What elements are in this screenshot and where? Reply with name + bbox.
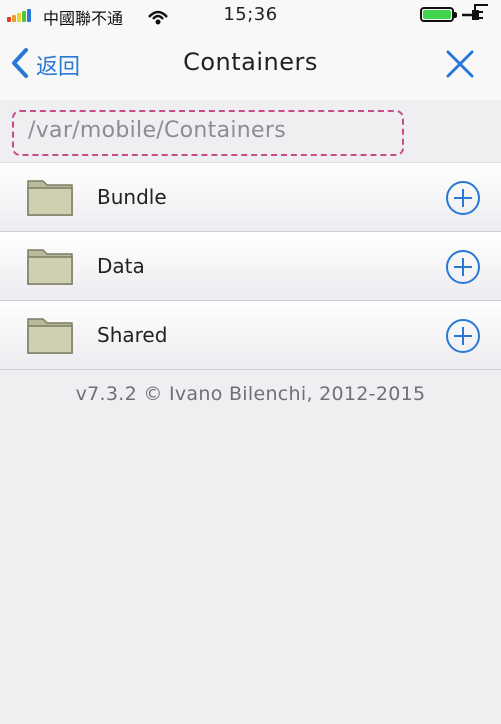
add-circle-icon[interactable] <box>445 249 481 289</box>
list-item-label: Bundle <box>97 185 167 209</box>
status-bar: 中國聯不通 15;36 <box>0 0 501 30</box>
folder-icon <box>26 246 74 290</box>
list-item[interactable]: Data <box>0 232 501 301</box>
battery-icon <box>420 7 457 22</box>
folder-icon <box>26 315 74 359</box>
path-field[interactable]: /var/mobile/Containers <box>12 110 404 156</box>
add-circle-icon[interactable] <box>445 318 481 358</box>
folder-icon <box>26 177 74 221</box>
list-item-label: Data <box>97 254 145 278</box>
list-item[interactable]: Shared <box>0 301 501 370</box>
charging-plug-icon <box>460 2 490 30</box>
version-footer: v7.3.2 © Ivano Bilenchi, 2012-2015 <box>75 383 426 405</box>
add-circle-icon[interactable] <box>445 180 481 220</box>
close-button[interactable] <box>444 48 476 84</box>
list-item[interactable]: Bundle <box>0 162 501 232</box>
page-title: Containers <box>183 48 318 76</box>
navigation-bar: 返回 Containers <box>0 30 501 101</box>
folder-list: Bundle Data Shared <box>0 162 501 370</box>
list-item-label: Shared <box>97 323 168 347</box>
path-bar: /var/mobile/Containers <box>0 100 501 162</box>
close-icon <box>444 50 476 84</box>
